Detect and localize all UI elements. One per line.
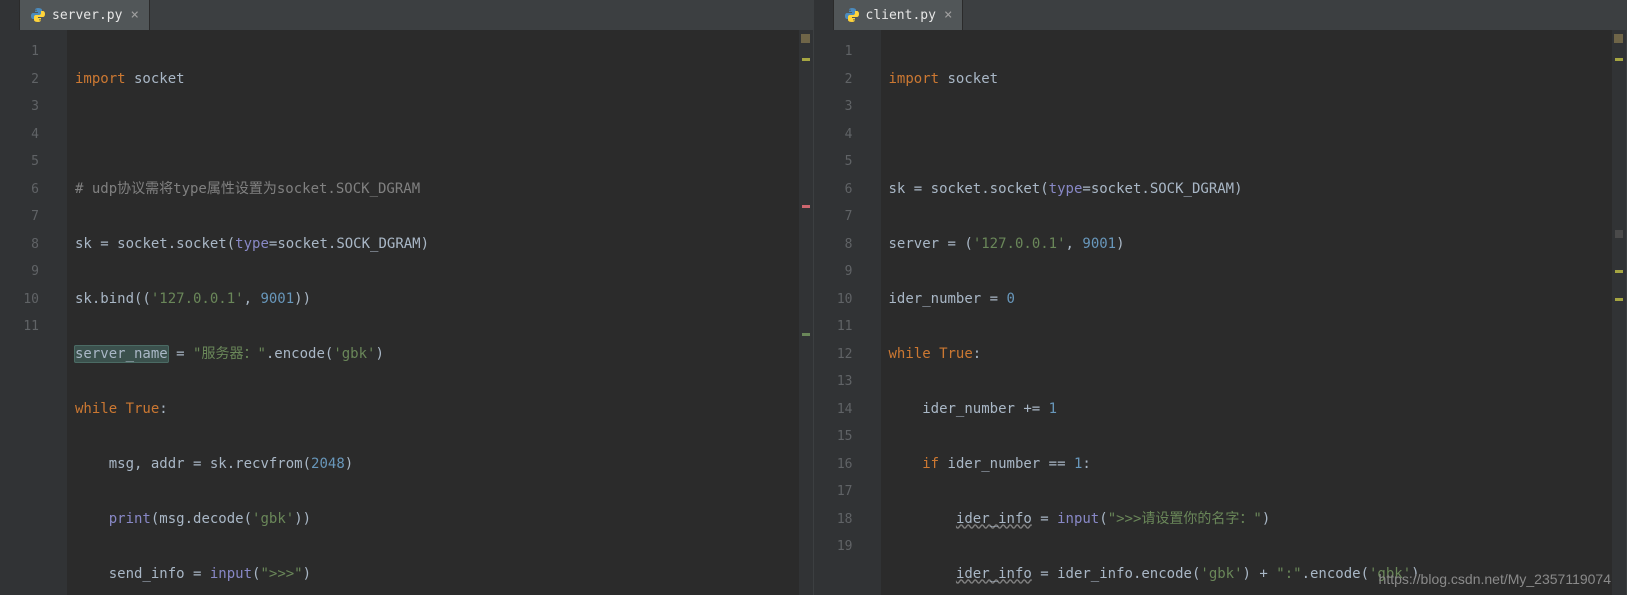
tab-bar-left: server.py ×	[0, 0, 813, 30]
tab-label: server.py	[52, 8, 122, 23]
line-gutter-left: 123 456 789 1011	[0, 30, 55, 595]
tab-dropdown-right[interactable]	[814, 0, 834, 30]
fold-column-left	[55, 30, 67, 595]
tab-label: client.py	[866, 8, 936, 23]
editor-left[interactable]: 123 456 789 1011 import socket # udp协议需将…	[0, 30, 813, 595]
editor-pane-right: client.py × 123 456 789 101112 131415 16…	[814, 0, 1627, 595]
fold-column-right	[869, 30, 881, 595]
marker-bar-right[interactable]	[1612, 30, 1626, 595]
close-icon[interactable]: ×	[944, 7, 952, 23]
inspection-indicator-icon[interactable]	[1614, 34, 1623, 43]
python-file-icon	[30, 7, 46, 23]
marker-bar-left[interactable]	[799, 30, 813, 595]
code-area-right[interactable]: import socket sk = socket.socket(type=so…	[881, 30, 1613, 595]
editor-right[interactable]: 123 456 789 101112 131415 161718 19 impo…	[814, 30, 1627, 595]
tab-dropdown-left[interactable]	[0, 0, 20, 30]
watermark-text: https://blog.csdn.net/My_2357119074	[1379, 571, 1611, 587]
close-icon[interactable]: ×	[130, 7, 138, 23]
tab-server-py[interactable]: server.py ×	[20, 0, 150, 30]
python-file-icon	[844, 7, 860, 23]
inspection-indicator-icon[interactable]	[801, 34, 810, 43]
line-gutter-right: 123 456 789 101112 131415 161718 19	[814, 30, 869, 595]
editor-pane-left: server.py × 123 456 789 1011 import sock…	[0, 0, 814, 595]
tab-bar-right: client.py ×	[814, 0, 1627, 30]
code-area-left[interactable]: import socket # udp协议需将type属性设置为socket.S…	[67, 30, 799, 595]
tab-client-py[interactable]: client.py ×	[834, 0, 964, 30]
